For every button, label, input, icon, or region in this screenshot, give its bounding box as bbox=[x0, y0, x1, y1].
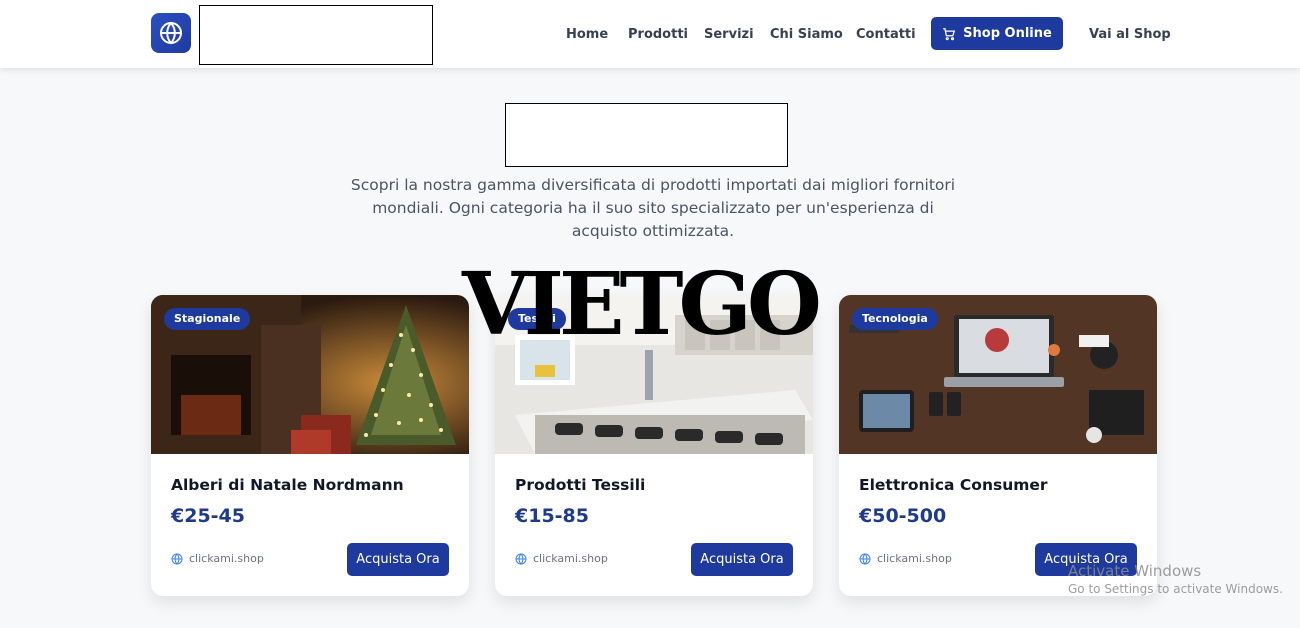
product-price: €50-500 bbox=[859, 505, 947, 527]
buy-now-button[interactable]: Acquista Ora bbox=[347, 543, 449, 576]
nav-services[interactable]: Servizi bbox=[704, 27, 754, 42]
shop-online-label: Shop Online bbox=[963, 26, 1052, 41]
product-title: Prodotti Tessili bbox=[515, 476, 646, 494]
nav-about-wrap: Chi Siamo bbox=[770, 0, 843, 68]
nav-home-wrap: Home bbox=[566, 0, 608, 68]
globe-icon bbox=[515, 552, 527, 565]
product-card-christmas-trees: Stagionale Alberi di Natale Nordmann €25… bbox=[151, 295, 469, 596]
nav-products[interactable]: Prodotti bbox=[628, 27, 688, 42]
nav-home[interactable]: Home bbox=[566, 27, 608, 42]
hero-description: Scopri la nostra gamma diversificata di … bbox=[350, 176, 956, 240]
cart-icon bbox=[943, 27, 956, 40]
product-site[interactable]: clickami.shop bbox=[859, 552, 952, 565]
product-title: Elettronica Consumer bbox=[859, 476, 1048, 494]
product-site[interactable]: clickami.shop bbox=[171, 552, 264, 565]
windows-activation-notice: Activate Windows Go to Settings to activ… bbox=[1068, 562, 1283, 596]
logo-placeholder bbox=[199, 5, 433, 65]
hero-title-placeholder bbox=[505, 103, 788, 167]
globe-icon bbox=[171, 552, 183, 565]
product-site[interactable]: clickami.shop bbox=[515, 552, 608, 565]
nav-about[interactable]: Chi Siamo bbox=[770, 27, 843, 42]
activation-title: Activate Windows bbox=[1068, 562, 1202, 580]
product-title: Alberi di Natale Nordmann bbox=[171, 476, 404, 494]
product-price: €25-45 bbox=[171, 505, 245, 527]
globe-icon bbox=[859, 552, 871, 565]
nav-contacts-wrap: Contatti bbox=[856, 0, 916, 68]
nav-contacts[interactable]: Contatti bbox=[856, 27, 916, 42]
nav-services-wrap: Servizi bbox=[704, 0, 754, 68]
site-label: clickami.shop bbox=[533, 552, 608, 565]
category-badge: Stagionale bbox=[164, 308, 251, 330]
site-label: clickami.shop bbox=[877, 552, 952, 565]
shop-link-wrap: Vai al Shop bbox=[1089, 0, 1171, 68]
nav-products-wrap: Prodotti bbox=[628, 0, 688, 68]
activation-subtitle: Go to Settings to activate Windows. bbox=[1068, 582, 1283, 596]
product-price: €15-85 bbox=[515, 505, 589, 527]
watermark-text: VIETGO bbox=[462, 254, 822, 355]
buy-now-button[interactable]: Acquista Ora bbox=[691, 543, 793, 576]
logo-badge[interactable] bbox=[151, 13, 191, 53]
globe-icon bbox=[160, 21, 182, 45]
go-to-shop-link[interactable]: Vai al Shop bbox=[1089, 27, 1171, 42]
shop-online-button[interactable]: Shop Online bbox=[931, 17, 1063, 50]
site-header: Home Prodotti Servizi Chi Siamo Contatti… bbox=[0, 0, 1300, 68]
product-card-electronics: Tecnologia Elettronica Consumer €50-500 … bbox=[839, 295, 1157, 596]
site-label: clickami.shop bbox=[189, 552, 264, 565]
category-badge: Tecnologia bbox=[852, 308, 938, 330]
